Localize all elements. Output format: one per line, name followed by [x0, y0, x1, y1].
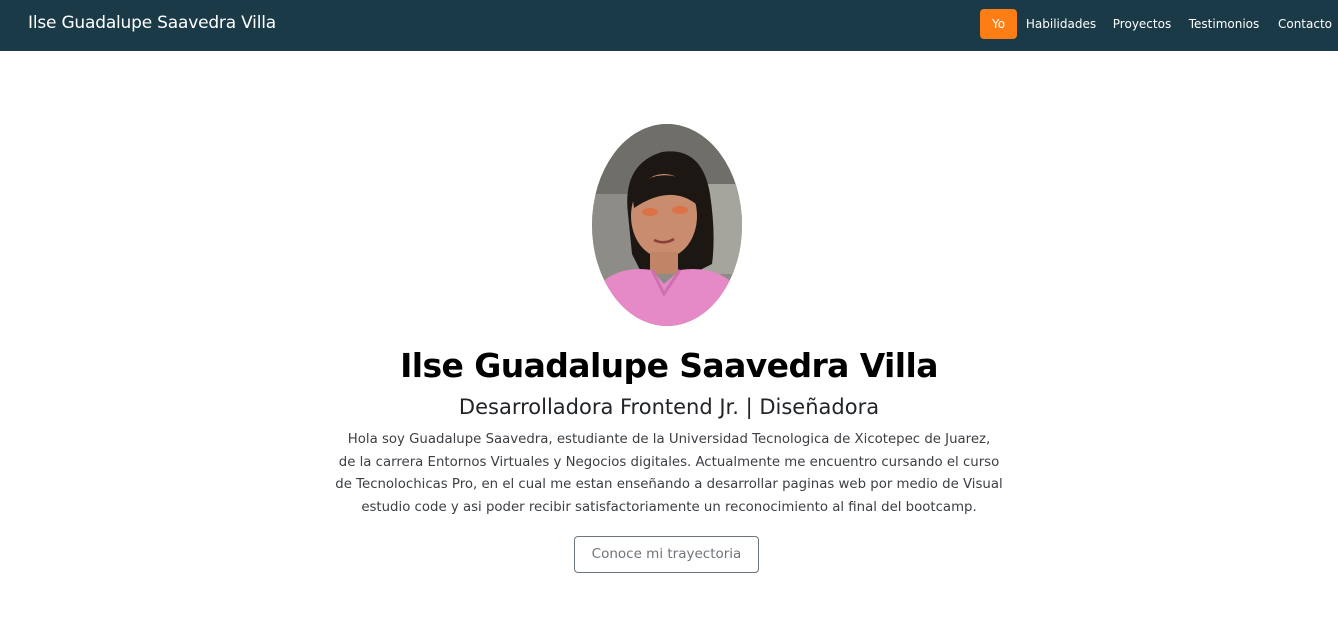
nav-link-habilidades[interactable]: Habilidades — [1021, 9, 1101, 39]
profile-name: Ilse Guadalupe Saavedra Villa — [400, 346, 938, 385]
bio-line: de Tecnolochicas Pro, en el cual me esta… — [335, 477, 1003, 493]
nav-link-contacto[interactable]: Contacto — [1272, 9, 1338, 39]
profile-role: Desarrolladora Frontend Jr. | Diseñadora — [458, 395, 880, 419]
bio-line: estudio code y asi poder recibir satisfa… — [361, 500, 977, 516]
nav-link-testimonios[interactable]: Testimonios — [1184, 9, 1264, 39]
nav-links: Yo Habilidades Proyectos Testimonios Con… — [0, 9, 1338, 39]
profile-photo — [592, 124, 742, 326]
bio-line: Hola soy Guadalupe Saavedra, estudiante … — [347, 432, 991, 447]
nav-link-yo[interactable]: Yo — [980, 9, 1017, 39]
trajectory-button[interactable]: Conoce mi trayectoria — [574, 536, 759, 573]
top-navbar: Ilse Guadalupe Saavedra Villa Yo Habilid… — [0, 0, 1338, 51]
bio-line: de la carrera Entornos Virtuales y Negoc… — [338, 454, 1000, 470]
nav-link-proyectos[interactable]: Proyectos — [1107, 9, 1177, 39]
hero-section: Ilse Guadalupe Saavedra Villa Desarrolla… — [0, 51, 1338, 633]
profile-bio: Hola soy Guadalupe Saavedra, estudiante … — [330, 429, 1008, 520]
